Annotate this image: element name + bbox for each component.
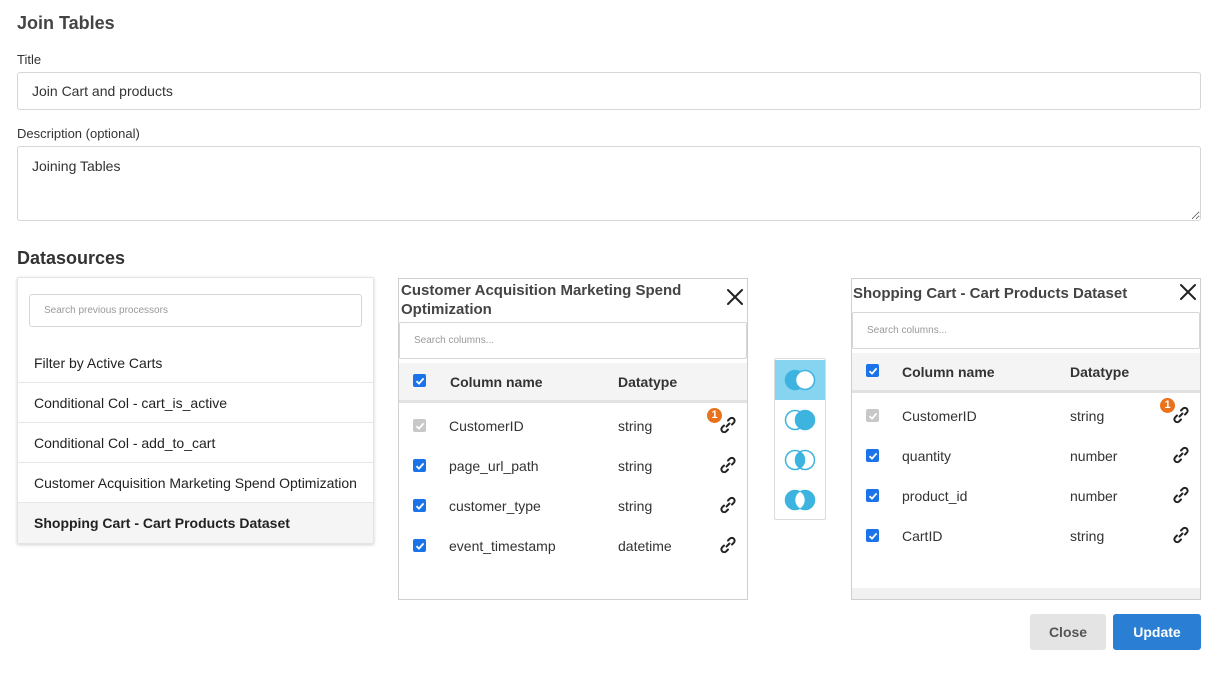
right-column-search-input[interactable] <box>852 312 1200 349</box>
processor-item[interactable]: Filter by Active Carts <box>18 343 373 383</box>
join-option-outer[interactable] <box>775 480 825 520</box>
datatype-cell: string <box>1070 408 1105 424</box>
description-label: Description (optional) <box>17 126 140 141</box>
datatype-cell: datetime <box>618 538 672 554</box>
row-checkbox <box>866 409 879 422</box>
close-button[interactable]: Close <box>1030 614 1106 650</box>
right-table-title: Shopping Cart - Cart Products Dataset <box>853 285 1128 302</box>
processor-search-input[interactable] <box>29 294 362 327</box>
join-option-left[interactable] <box>775 360 825 400</box>
right-join-icon <box>784 409 816 431</box>
inner-join-icon <box>784 449 816 471</box>
link-icon[interactable] <box>1172 406 1190 424</box>
row-checkbox[interactable] <box>413 499 426 512</box>
datatype-cell: string <box>618 458 653 474</box>
close-icon[interactable] <box>1179 283 1197 301</box>
column-name-header: Column name <box>450 374 543 390</box>
link-icon[interactable] <box>1172 526 1190 544</box>
join-option-inner[interactable] <box>775 440 825 480</box>
link-icon[interactable] <box>1172 446 1190 464</box>
description-textarea[interactable]: Joining Tables <box>17 146 1201 221</box>
processor-item[interactable]: Conditional Col - cart_is_active <box>18 383 373 423</box>
title-input[interactable] <box>17 72 1201 110</box>
datatype-cell: number <box>1070 448 1118 464</box>
page-title: Join Tables <box>17 13 115 33</box>
link-icon[interactable] <box>719 496 737 514</box>
join-option-right[interactable] <box>775 400 825 440</box>
row-checkbox[interactable] <box>866 489 879 502</box>
datatype-cell: string <box>1070 528 1105 544</box>
column-name-cell: CartID <box>902 528 943 544</box>
column-name-cell: CustomerID <box>449 418 524 434</box>
row-checkbox <box>413 419 426 432</box>
link-icon[interactable] <box>719 536 737 554</box>
right-table-panel: Shopping Cart - Cart Products Dataset Co… <box>851 278 1201 600</box>
left-table-title: Customer Acquisition Marketing Spend Opt… <box>401 282 682 318</box>
row-checkbox[interactable] <box>413 459 426 472</box>
row-checkbox[interactable] <box>413 539 426 552</box>
join-type-selector <box>774 358 826 520</box>
update-button[interactable]: Update <box>1113 614 1201 650</box>
column-name-cell: CustomerID <box>902 408 977 424</box>
column-name-cell: product_id <box>902 488 968 504</box>
select-all-checkbox[interactable] <box>413 374 426 387</box>
select-all-checkbox[interactable] <box>866 364 879 377</box>
column-name-cell: quantity <box>902 448 952 464</box>
outer-join-icon <box>784 489 816 511</box>
right-table-header: Column name Datatype <box>852 353 1200 393</box>
link-icon[interactable] <box>719 456 737 474</box>
left-column-search-input[interactable] <box>399 322 747 359</box>
processor-item[interactable]: Shopping Cart - Cart Products Dataset <box>18 503 373 543</box>
row-checkbox[interactable] <box>866 529 879 542</box>
link-icon[interactable] <box>1172 486 1190 504</box>
left-join-icon <box>784 369 816 391</box>
column-name-cell: event_timestamp <box>449 538 556 554</box>
title-label: Title <box>17 52 42 67</box>
processor-list: Filter by Active Carts Conditional Col - … <box>18 343 373 543</box>
datatype-cell: number <box>1070 488 1118 504</box>
left-table-header: Column name Datatype <box>399 363 747 403</box>
datatype-cell: string <box>618 498 653 514</box>
row-checkbox[interactable] <box>866 449 879 462</box>
processor-item[interactable]: Conditional Col - add_to_cart <box>18 423 373 463</box>
processors-panel: Filter by Active CartsConditional Col - … <box>17 277 374 544</box>
datatype-header: Datatype <box>1070 364 1130 380</box>
horizontal-scrollbar[interactable] <box>852 588 1200 599</box>
column-name-cell: page_url_path <box>449 458 539 474</box>
left-table-panel: Customer Acquisition Marketing Spend Opt… <box>398 278 748 600</box>
processor-item[interactable]: Customer Acquisition Marketing Spend Opt… <box>18 463 373 503</box>
datasources-title: Datasources <box>17 248 126 268</box>
datatype-header: Datatype <box>618 374 678 390</box>
column-name-cell: customer_type <box>449 498 541 514</box>
link-icon[interactable] <box>719 416 737 434</box>
close-icon[interactable] <box>726 288 744 306</box>
column-name-header: Column name <box>902 364 995 380</box>
datatype-cell: string <box>618 418 653 434</box>
